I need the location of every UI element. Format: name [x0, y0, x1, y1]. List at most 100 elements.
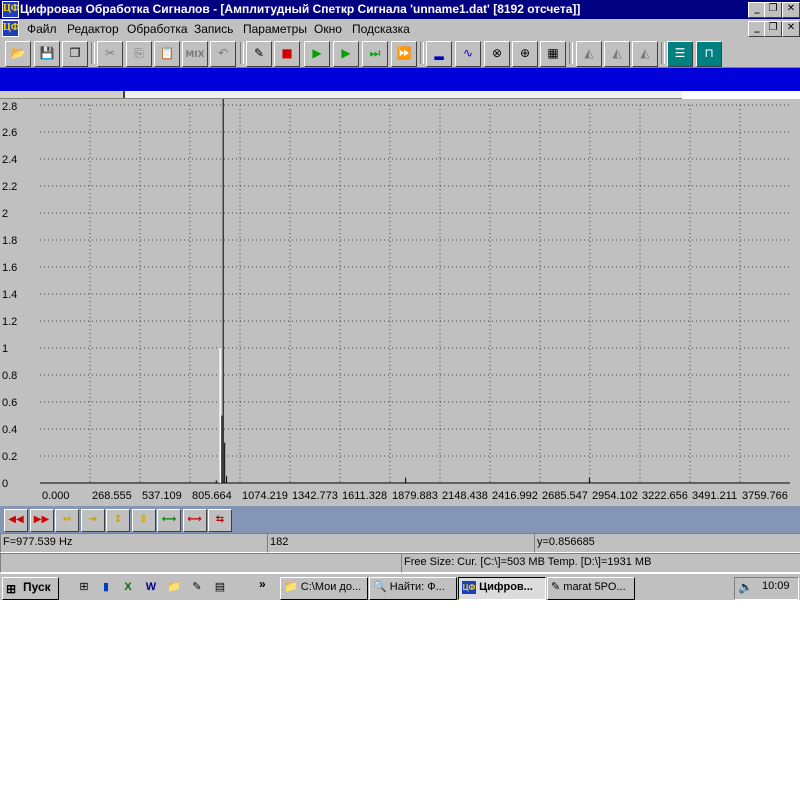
copy-icon: ⎘	[134, 46, 144, 60]
y-tick-label: 1.6	[2, 262, 17, 274]
mix-button[interactable]: MIX	[182, 41, 208, 67]
spectrum-plot[interactable]: 0 0.2 0.4 0.6 0.8 1 1.2 1.4 1.6 1.8 2 2.2 2.4 2.6 2.8 0…	[0, 98, 800, 506]
menu-parameters[interactable]: Параметры	[243, 22, 307, 36]
menu-editor[interactable]: Редактор	[67, 22, 119, 36]
x-tick-label: 3491.211	[692, 490, 737, 502]
play-loop-button[interactable]: ⏩	[391, 41, 417, 67]
task-find[interactable]: 🔍 Найти: Ф...	[369, 577, 457, 600]
task-dsp-app[interactable]: ЦФ Цифров...	[458, 577, 546, 600]
nav-button-9[interactable]: ⇆	[208, 509, 232, 532]
nav-arrow-icon: ⇕	[139, 514, 148, 525]
x-tick-label: 3759.766	[742, 490, 788, 502]
folder-icon[interactable]: 📁	[166, 579, 182, 595]
brush-icon[interactable]: ✎	[189, 579, 205, 595]
index-readout: 182	[267, 533, 537, 553]
wave-1-button[interactable]: ◭	[576, 41, 602, 67]
start-label: Пуск	[23, 580, 51, 594]
copy-button[interactable]: ⎘	[126, 41, 152, 67]
x-tick-label: 1342.773	[292, 490, 338, 502]
transform-button[interactable]: ⊕	[512, 41, 538, 67]
sine-button[interactable]: ∿	[455, 41, 481, 67]
y-tick-label: 2.2	[2, 181, 17, 193]
cut-button[interactable]: ✂	[97, 41, 123, 67]
scroll-track[interactable]	[0, 91, 682, 99]
spectrum-chart[interactable]: 0 0.2 0.4 0.6 0.8 1 1.2 1.4 1.6 1.8 2 2.2 2.4 2.6 2.8 0…	[0, 98, 800, 506]
paste-button[interactable]: 📋	[154, 41, 180, 67]
wave-2-button[interactable]: ◭	[604, 41, 630, 67]
task-my-documents[interactable]: 📁 C:\Мои до...	[280, 577, 368, 600]
speaker-icon[interactable]: 🔈	[738, 580, 753, 594]
nav-arrow-icon: ⇆	[215, 514, 225, 525]
x-tick-label: 1879.883	[392, 490, 438, 502]
channels-button[interactable]: ☰	[667, 41, 693, 67]
menu-record[interactable]: Запись	[194, 22, 233, 36]
title-bar: ЦФ Цифровая Обработка Сигналов - [Амплит…	[0, 0, 800, 19]
nav-button-1[interactable]: ◀◀	[4, 509, 28, 532]
cut-icon: ✂	[104, 46, 116, 60]
paint-icon: ✎	[551, 581, 561, 593]
play-button[interactable]: ▶	[304, 41, 330, 67]
y-tick-label: 2	[2, 208, 8, 220]
menu-file[interactable]: Файл	[27, 22, 57, 36]
undo-icon: ↶	[217, 46, 229, 60]
probe-button[interactable]: ✎	[246, 41, 272, 67]
free-size-readout: Free Size: Cur. [C:\]=503 MB Temp. [D:\]…	[401, 553, 800, 573]
quicklaunch-chevron[interactable]: »	[259, 577, 266, 591]
wave-1-icon: ◭	[584, 46, 594, 60]
nav-button-5[interactable]: ↕	[106, 509, 130, 532]
nav-button-2[interactable]: ▶▶	[29, 509, 54, 532]
menu-window[interactable]: Окно	[314, 22, 342, 36]
open-button[interactable]: 📂	[5, 41, 31, 67]
app-icon[interactable]: ЦФ	[2, 1, 19, 18]
nav-arrow-icon: ⟷	[187, 514, 202, 525]
excel-icon[interactable]: X	[120, 579, 136, 595]
play-icon: ▶	[312, 46, 322, 60]
wave-3-button[interactable]: ◭	[632, 41, 658, 67]
nav-arrow-icon: ▶▶	[33, 514, 50, 525]
filter-button[interactable]: ⊗	[484, 41, 510, 67]
calculator-icon[interactable]: ▤	[212, 579, 228, 595]
y-tick-label: 2.8	[2, 101, 17, 113]
doc-restore-button[interactable]: ❐	[764, 21, 782, 37]
x-tick-label: 3222.656	[642, 490, 688, 502]
nav-button-6[interactable]: ⇕	[131, 509, 156, 532]
menu-bar: ЦФ Файл Редактор Обработка Запись Параме…	[0, 19, 800, 38]
play-step-button[interactable]: ▶	[333, 41, 359, 67]
nav-button-8[interactable]: ⟷	[182, 509, 207, 532]
restore-button[interactable]: ❐	[764, 2, 782, 18]
square-wave-button[interactable]: ⊓	[696, 41, 722, 67]
y-tick-label: 0.6	[2, 397, 17, 409]
bars-icon: ▦	[547, 46, 559, 60]
task-marat[interactable]: ✎ marat 5PO...	[547, 577, 635, 600]
task-label: C:\Мои до...	[300, 581, 362, 593]
word-icon[interactable]: W	[143, 579, 159, 595]
x-tick-label: 1611.328	[342, 490, 387, 502]
nav-button-3[interactable]: ↔	[55, 509, 79, 532]
undo-button[interactable]: ↶	[210, 41, 236, 67]
menu-help[interactable]: Подсказка	[352, 22, 410, 36]
save-all-button[interactable]: ❐	[62, 41, 88, 67]
book-icon[interactable]: ▮	[98, 579, 114, 595]
start-button[interactable]: ⊞ Пуск	[2, 577, 59, 600]
bars-button[interactable]: ▦	[540, 41, 566, 67]
scroll-thumb[interactable]	[0, 91, 125, 98]
spectrum-button[interactable]: ▂	[426, 41, 452, 67]
toolbar-separator	[240, 42, 244, 64]
record-button[interactable]: ■	[274, 41, 300, 67]
save-button[interactable]: 💾	[34, 41, 60, 67]
y-tick-label: 2.6	[2, 127, 17, 139]
nav-button-4[interactable]: ⇥	[80, 509, 105, 532]
document-icon[interactable]: ЦФ	[2, 20, 19, 37]
clock[interactable]: 10:09	[762, 580, 790, 592]
close-button[interactable]: ✕	[782, 2, 800, 18]
nav-button-7[interactable]: ⟷	[157, 509, 181, 532]
nav-arrow-icon: ↔	[62, 514, 72, 525]
play-to-end-button[interactable]: ⏭	[362, 41, 388, 67]
folder-icon: 📁	[284, 581, 298, 593]
menu-processing[interactable]: Обработка	[127, 22, 188, 36]
y-tick-label: 2.4	[2, 154, 17, 166]
desktop-icon[interactable]: ⊞	[76, 579, 92, 595]
spectrum-trace	[40, 98, 790, 484]
doc-close-button[interactable]: ✕	[782, 21, 800, 37]
nav-arrow-icon: ⇥	[88, 514, 97, 525]
